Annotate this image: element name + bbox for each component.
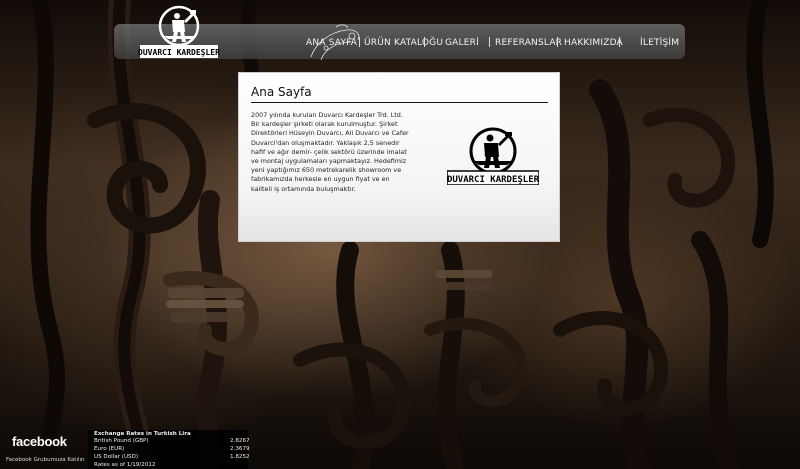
content-panel: Ana Sayfa 2007 yılında kurulan Duvarcı K… [238, 72, 560, 242]
rate-row: British Pound (GBP) 2.8267 [94, 438, 250, 446]
rates-date: Rates as of 1/19/2012 [94, 462, 156, 468]
rate-currency: British Pound (GBP) [94, 438, 149, 444]
rate-value: 1.8252 [230, 454, 250, 460]
nav-item-galeri[interactable]: GALERİ [445, 38, 479, 52]
nav-item-urun-katalogu[interactable]: ÜRÜN KATALOĞU [364, 38, 443, 52]
rate-value: 2.3679 [230, 446, 250, 452]
rate-currency: US Dollar (USD) [94, 454, 139, 460]
nav-separator [619, 37, 620, 47]
rate-currency: Euro (EUR) [94, 446, 125, 452]
exchange-rates-title: Exchange Rates in Turkish Lira [94, 431, 191, 437]
nav-item-hakkimizda[interactable]: HAKKIMIZDA [564, 38, 623, 52]
nav-item-ana-sayfa[interactable]: ANA SAYFA [306, 38, 357, 52]
facebook-logo[interactable]: facebook [12, 434, 67, 449]
nav-separator [424, 37, 425, 47]
nav-separator [489, 37, 490, 47]
nav-separator [359, 37, 360, 47]
exchange-rates-widget: Exchange Rates in Turkish Lira British P… [88, 430, 250, 469]
rate-value: 2.8267 [230, 438, 250, 444]
facebook-join-link[interactable]: Facebook Grubumuza Katılın [6, 457, 85, 463]
rate-row: US Dollar (USD) 1.8252 [94, 454, 250, 462]
site-logo-wordmark: DUVARCI KARDEŞLER [138, 48, 220, 57]
about-text: 2007 yılında kurulan Duvarcı Kardeşler T… [251, 111, 409, 193]
page-title: Ana Sayfa [251, 85, 312, 99]
site-logo[interactable]: DUVARCI KARDEŞLER [138, 4, 220, 60]
rate-row: Euro (EUR) 2.3679 [94, 446, 250, 454]
company-logo: DUVARCI KARDEŞLER [447, 127, 539, 185]
title-divider [251, 102, 548, 103]
nav-separator [557, 37, 558, 47]
company-logo-wordmark: DUVARCI KARDEŞLER [447, 175, 539, 185]
nav-item-iletisim[interactable]: İLETİŞİM [640, 38, 679, 52]
nav-item-referanslar[interactable]: REFERANSLAR [495, 38, 562, 52]
